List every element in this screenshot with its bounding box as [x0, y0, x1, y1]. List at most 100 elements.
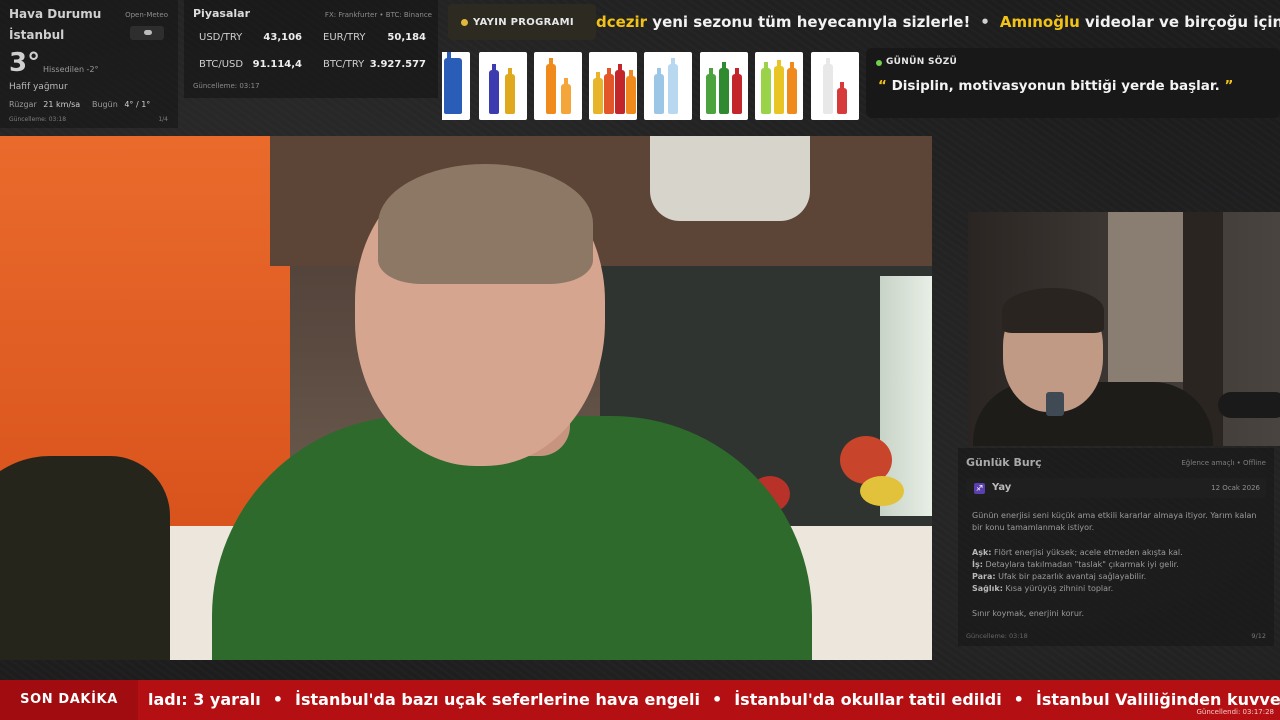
- work-label: İş:: [972, 560, 983, 569]
- weather-city: İstanbul: [9, 28, 65, 42]
- market-label: BTC/USD: [199, 59, 244, 70]
- weather-wind: Rüzgar 21 km/sa: [9, 100, 80, 109]
- webcam-person-hair: [1002, 288, 1104, 333]
- horoscope-love: Aşk: Flört enerjisi yüksek; acele etmede…: [972, 547, 1264, 559]
- today-label: Bugün: [92, 100, 118, 109]
- streamer-webcam[interactable]: [968, 212, 1280, 446]
- ticker-text: yeni sezonu tüm heyecanıyla sizlerle!: [647, 13, 971, 31]
- red-label-water: [837, 82, 847, 114]
- news-separator: •: [272, 690, 284, 709]
- news-separator: •: [1013, 690, 1024, 709]
- product-tile: [755, 52, 803, 120]
- fruit-soda-pack: [761, 62, 771, 114]
- quote-label: GÜNÜN SÖZÜ: [886, 57, 958, 67]
- weather-updated: Güncelleme: 03:18: [9, 116, 67, 123]
- health-label: Sağlık:: [972, 584, 1003, 593]
- video-side-person: [0, 456, 170, 660]
- weather-page-indicator: 1/4: [158, 116, 168, 123]
- market-value: 50,184: [387, 32, 426, 43]
- webcam-background-door: [1108, 212, 1183, 382]
- mineral-water-pack: [654, 68, 664, 114]
- main-video-feed[interactable]: [0, 136, 932, 660]
- breaking-news-label: SON DAKİKA: [0, 680, 138, 720]
- product-tile: [811, 52, 859, 120]
- health-text: Kısa yürüyüş zihnini toplar.: [1002, 584, 1114, 593]
- horoscope-tag: Eğlence amaçlı • Offline: [1181, 459, 1266, 467]
- news-item: İstanbul'da bazı uçak seferlerine hava e…: [295, 690, 700, 709]
- quote-body: Disiplin, motivasyonun bittiği yerde baş…: [886, 78, 1225, 94]
- market-value: 3.927.577: [369, 59, 426, 70]
- product-sponsor-strip: [442, 50, 862, 122]
- assorted-soda-pack: [615, 64, 625, 114]
- product-tile: [644, 52, 692, 120]
- video-person-hair: [378, 164, 593, 284]
- webcam-cup: [1046, 392, 1064, 416]
- horoscope-date: 12 Ocak 2026: [1211, 484, 1260, 492]
- green-soda-pack: [719, 62, 729, 114]
- market-value: 43,106: [263, 32, 302, 43]
- weather-today: Bugün 4° / 1°: [92, 100, 150, 109]
- video-fruit: [860, 476, 904, 506]
- markets-source: FX: Frankfurter • BTC: Binance: [324, 11, 432, 19]
- ticker-highlight: Amınoğlu: [999, 13, 1080, 31]
- weather-condition: Hafif yağmur: [9, 82, 68, 92]
- weather-source: Open-Meteo: [125, 11, 168, 19]
- video-background-bowl: [650, 136, 810, 221]
- money-label: Para:: [972, 572, 996, 581]
- horoscope-health: Sağlık: Kısa yürüyüş zihnini toplar.: [972, 583, 1264, 595]
- weather-title: Hava Durumu: [9, 7, 102, 21]
- news-item: İstanbul Valiliğinden kuvvetli y: [1035, 690, 1280, 709]
- orange-soda-bottle: [561, 78, 571, 114]
- green-soda-pack: [706, 68, 716, 114]
- product-tile: [589, 52, 637, 120]
- breaking-news-bar: SON DAKİKA ladı: 3 yaralı • İstanbul'da ba…: [0, 680, 1280, 720]
- breaking-news-updated: Güncellendi: 03:17:28: [1196, 708, 1275, 716]
- green-soda-pack: [732, 68, 742, 114]
- weather-temperature: 3°: [9, 48, 41, 78]
- fruit-soda-pack: [774, 60, 784, 114]
- blue-cola-bottle: [489, 64, 499, 114]
- market-label: USD/TRY: [199, 32, 243, 43]
- market-value: 91.114,4: [252, 59, 302, 70]
- market-label: EUR/TRY: [323, 32, 366, 43]
- news-item: İstanbul'da okullar tatil edildi: [734, 690, 1002, 709]
- status-dot-icon: [876, 60, 882, 66]
- markets-title: Piyasalar: [193, 7, 251, 20]
- mineral-water-pack: [668, 58, 678, 114]
- ticker-highlight: dcezir: [596, 13, 648, 31]
- program-schedule-label: YAYIN PROGRAMI: [473, 17, 574, 28]
- breaking-news-ticker: ladı: 3 yaralı • İstanbul'da bazı uçak sef…: [148, 680, 1280, 720]
- markets-updated: Güncelleme: 03:17: [193, 82, 260, 90]
- orange-soda-bottle: [546, 58, 556, 114]
- news-item: ladı: 3 yaralı: [148, 690, 261, 709]
- quote-text: “ Disiplin, motivasyonun bittiği yerde b…: [878, 78, 1233, 94]
- ticker-text: videolar ve birçoğu için izler: [1085, 13, 1280, 31]
- program-schedule-button[interactable]: YAYIN PROGRAMI: [448, 4, 596, 40]
- today-value: 4° / 1°: [124, 100, 151, 109]
- fruit-soda-pack: [787, 62, 797, 114]
- ticker-separator: •: [980, 13, 990, 31]
- weather-widget: Hava Durumu Open-Meteo İstanbul 3° Hisse…: [0, 0, 178, 128]
- horoscope-title: Günlük Burç: [966, 456, 1042, 469]
- product-tile: [479, 52, 527, 120]
- work-text: Detaylara takılmadan "taslak" çıkarmak i…: [982, 560, 1179, 569]
- assorted-soda-pack: [593, 72, 603, 114]
- love-text: Flört enerjisi yüksek; acele etmeden akı…: [991, 548, 1183, 557]
- horoscope-money: Para: Ufak bir pazarlık avantaj sağlayab…: [972, 571, 1264, 583]
- market-label: BTC/TRY: [323, 59, 365, 70]
- news-separator: •: [711, 690, 723, 709]
- horoscope-intro: Günün enerjisi seni küçük ama etkili kar…: [972, 511, 1257, 532]
- cloud-icon: [130, 26, 164, 40]
- assorted-soda-pack: [626, 70, 636, 114]
- weather-feels-like: Hissedilen -2°: [43, 65, 99, 74]
- horoscope-updated: Güncelleme: 03:18: [966, 632, 1028, 640]
- quote-of-the-day: GÜNÜN SÖZÜ “ Disiplin, motivasyonun bitt…: [866, 48, 1280, 118]
- deep-water-bottle: [444, 52, 462, 114]
- top-ticker: dcezir yeni sezonu tüm heyecanıyla sizle…: [596, 4, 1280, 40]
- horoscope-work: İş: Detaylara takılmadan "taslak" çıkarm…: [972, 559, 1264, 571]
- assorted-soda-pack: [604, 68, 614, 114]
- horoscope-page-indicator: 9/12: [1251, 632, 1266, 640]
- red-label-water: [823, 58, 833, 114]
- wind-label: Rüzgar: [9, 100, 37, 109]
- microphone-icon: [1218, 392, 1280, 418]
